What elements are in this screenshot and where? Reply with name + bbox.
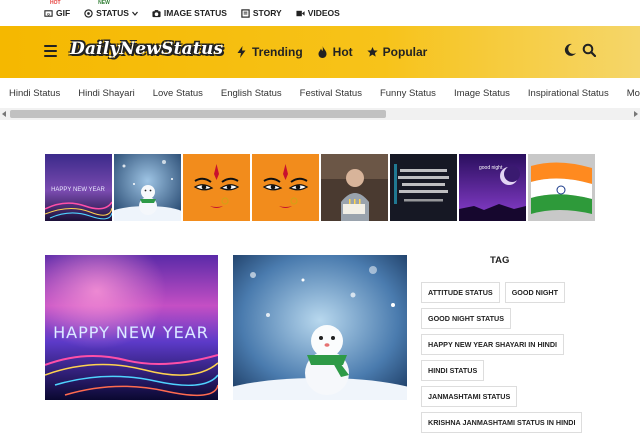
tag-happy-new-year-shayari[interactable]: HAPPY NEW YEAR SHAYARI IN HINDI: [421, 334, 565, 355]
topbar-image-status-label: IMAGE STATUS: [163, 8, 227, 18]
bolt-icon: [237, 46, 246, 58]
gif-icon: G: [44, 9, 53, 17]
category-english-status[interactable]: English Status: [221, 88, 282, 99]
tag-good-night-status[interactable]: GOOD NIGHT STATUS: [421, 308, 511, 329]
search-icon[interactable]: [582, 43, 596, 57]
thumbnail-happy-new-year[interactable]: HAPPY NEW YEAR: [45, 154, 112, 221]
thumbnail-row: HAPPY NEW YEAR good night: [45, 154, 595, 221]
category-inspirational-status[interactable]: Inspirational Status: [528, 88, 609, 99]
category-love-status[interactable]: Love Status: [153, 88, 203, 99]
category-festival-status[interactable]: Festival Status: [300, 88, 362, 99]
nav-popular-label: Popular: [382, 45, 428, 59]
category-image-status[interactable]: Image Status: [454, 88, 510, 99]
topbar-status-label: STATUS: [96, 8, 129, 18]
tag-janmashtami-status[interactable]: JANMASHTAMI STATUS: [421, 386, 518, 407]
svg-text:G: G: [47, 12, 50, 16]
tag-good-night[interactable]: GOOD NIGHT: [504, 282, 566, 303]
thumbnail-caption-good-night: good night: [479, 165, 503, 171]
thumbnail-caption: HAPPY NEW YEAR: [51, 187, 105, 193]
thumbnail-birthday-man[interactable]: [321, 154, 388, 221]
fire-icon: [318, 46, 327, 58]
camera-icon: [152, 9, 161, 17]
main-nav: Trending Hot Popular: [236, 45, 427, 59]
thumbnail-durga-face-2[interactable]: [252, 154, 319, 221]
scroll-right-icon[interactable]: [634, 111, 638, 117]
hamburger-menu-icon[interactable]: [44, 45, 57, 57]
thumbnail-hindi-quote[interactable]: [390, 154, 457, 221]
book-icon: [241, 8, 250, 18]
tag-krishna-janmashtami-status[interactable]: KRISHNA JANMASHTAMI STATUS IN HINDI: [421, 412, 583, 433]
category-hindi-shayari[interactable]: Hindi Shayari: [78, 88, 135, 99]
topbar-gif-label: GIF: [56, 8, 71, 18]
thumbnail-durga-face[interactable]: [183, 154, 250, 221]
header: DailyNewStatus Trending Hot Popular: [0, 26, 640, 78]
site-logo[interactable]: DailyNewStatus: [70, 39, 223, 59]
thumbnail-good-night[interactable]: good night: [459, 154, 526, 221]
topbar-gif[interactable]: HOT G GIF: [44, 0, 71, 18]
post-image-caption: HAPPY NEW YEAR: [53, 323, 209, 342]
chevron-down-icon: [131, 11, 138, 16]
post-image-happy-new-year[interactable]: HAPPY NEW YEAR: [45, 255, 218, 400]
new-badge: NEW: [98, 0, 110, 6]
thumbnail-indian-flag[interactable]: [528, 154, 595, 221]
category-funny-status[interactable]: Funny Status: [380, 88, 436, 99]
horizontal-scrollbar[interactable]: [0, 108, 640, 120]
nav-trending-label: Trending: [252, 45, 303, 59]
star-icon: [367, 46, 378, 57]
tag-attitude-status[interactable]: ATTITUDE STATUS: [421, 282, 500, 303]
topbar-story[interactable]: STORY: [241, 8, 282, 18]
nav-popular[interactable]: Popular: [367, 45, 428, 59]
topbar-story-label: STORY: [252, 8, 282, 18]
tag-hindi-status[interactable]: HINDI STATUS: [421, 360, 485, 381]
nav-trending[interactable]: Trending: [236, 45, 303, 59]
thumbnail-snowman[interactable]: [114, 154, 181, 221]
tag-section-title: TAG: [490, 255, 510, 266]
scroll-left-icon[interactable]: [2, 111, 6, 117]
scrollbar-thumb[interactable]: [10, 110, 386, 118]
nav-hot[interactable]: Hot: [317, 45, 353, 59]
category-hindi-status[interactable]: Hindi Status: [9, 88, 60, 99]
top-bar: HOT G GIF NEW STATUS IMAGE STATUS STORY …: [0, 0, 640, 26]
topbar-image-status[interactable]: IMAGE STATUS: [152, 8, 227, 18]
post-image-snowman[interactable]: [233, 255, 407, 400]
topbar-videos[interactable]: VIDEOS: [296, 8, 340, 18]
topbar-videos-label: VIDEOS: [307, 8, 340, 18]
nav-hot-label: Hot: [332, 45, 353, 59]
video-icon: [296, 10, 305, 16]
topbar-status[interactable]: NEW STATUS: [84, 0, 138, 18]
category-bar: Hindi Status Hindi Shayari Love Status E…: [0, 78, 640, 108]
category-motivation-status[interactable]: Motivation Status: [627, 88, 640, 99]
whatsapp-icon: [84, 8, 93, 18]
tag-list: ATTITUDE STATUS GOOD NIGHT GOOD NIGHT ST…: [421, 282, 583, 433]
hot-badge: HOT: [50, 0, 61, 6]
moon-icon[interactable]: [563, 43, 577, 57]
